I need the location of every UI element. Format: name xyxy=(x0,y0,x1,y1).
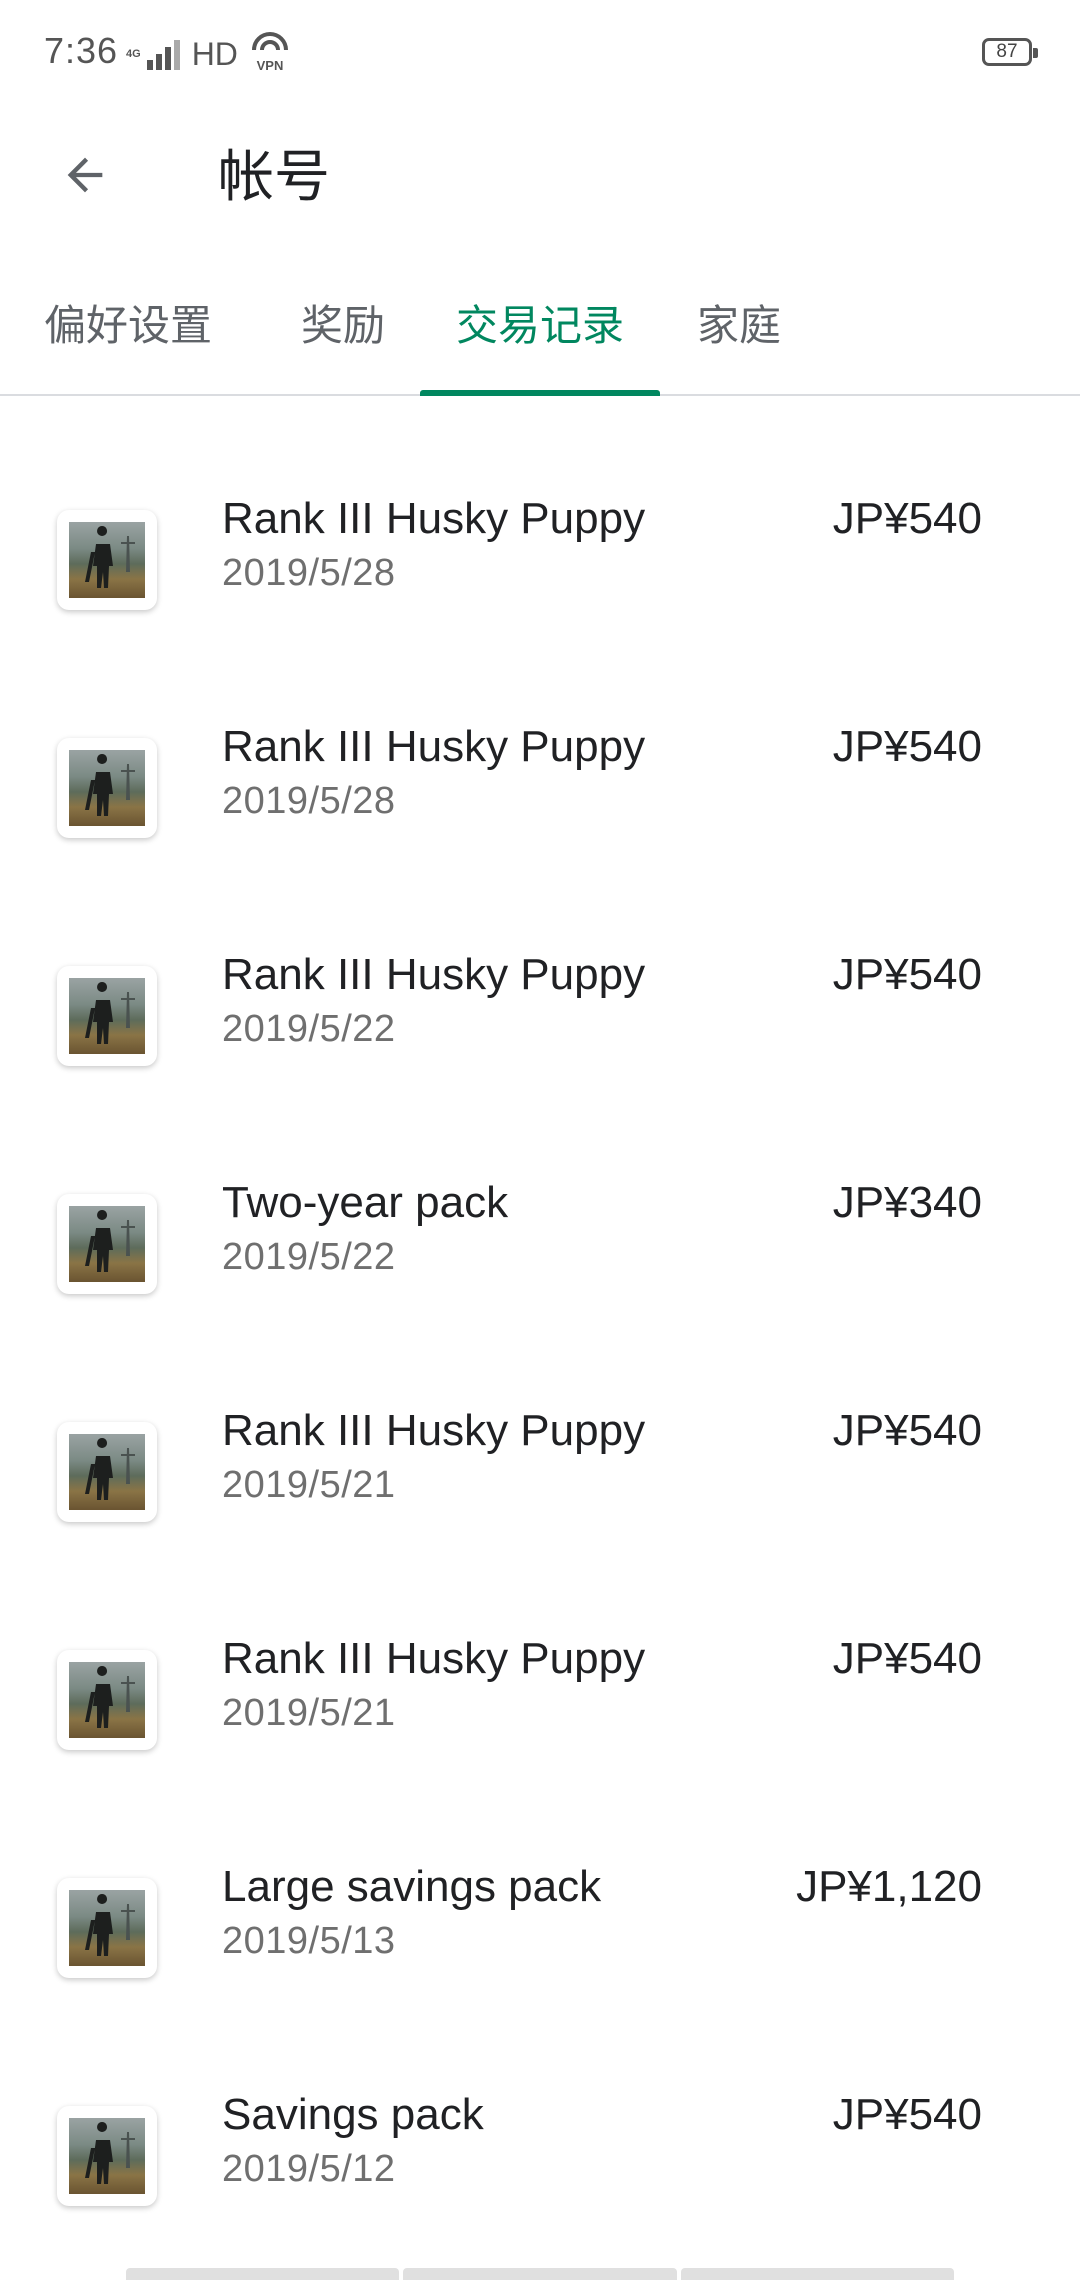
list-item[interactable]: Savings pack 2019/5/12 JP¥540 xyxy=(0,1992,1080,2220)
item-price: JP¥1,120 xyxy=(796,1862,982,1911)
list-item[interactable]: Rank III Husky Puppy 2019/5/28 JP¥540 xyxy=(0,624,1080,852)
item-date: 2019/5/28 xyxy=(222,780,396,822)
signal-icon xyxy=(146,39,180,70)
game-art-icon xyxy=(69,750,145,826)
vpn-icon: VPN xyxy=(250,32,290,77)
list-item[interactable]: Rank III Husky Puppy 2019/5/22 JP¥540 xyxy=(0,852,1080,1080)
network-indicator: 4G xyxy=(126,49,141,60)
app-thumbnail xyxy=(57,738,157,838)
item-name: Rank III Husky Puppy xyxy=(222,1634,646,1683)
item-date: 2019/5/13 xyxy=(222,1920,396,1962)
item-price: JP¥540 xyxy=(832,494,982,543)
tab-label: 奖励 xyxy=(300,301,385,349)
item-price: JP¥540 xyxy=(832,950,982,999)
game-art-icon xyxy=(69,2118,145,2194)
list-item[interactable]: Two-year pack 2019/5/22 JP¥340 xyxy=(0,1080,1080,1308)
status-bar: 7:36 4G HD VPN 87 xyxy=(0,0,1080,110)
game-art-icon xyxy=(69,1434,145,1510)
tab-label: 偏好设置 xyxy=(43,301,212,349)
item-name: Rank III Husky Puppy xyxy=(222,1406,646,1455)
app-thumbnail xyxy=(57,1878,157,1978)
tab-label: 交易记录 xyxy=(455,301,624,349)
network-type: 4G xyxy=(126,48,141,60)
list-item[interactable]: Rank III Husky Puppy 2019/5/21 JP¥540 xyxy=(0,1308,1080,1536)
tab-label: 家庭 xyxy=(696,301,781,349)
tab-order-history[interactable]: 交易记录 xyxy=(420,250,660,396)
item-date: 2019/5/12 xyxy=(222,2148,396,2190)
app-thumbnail xyxy=(57,1650,157,1750)
item-price: JP¥540 xyxy=(832,722,982,771)
tab-rewards[interactable]: 奖励 xyxy=(280,250,406,394)
status-icons: 4G HD VPN xyxy=(126,32,290,77)
arrow-back-icon xyxy=(67,157,103,193)
list-item[interactable]: Large savings pack 2019/5/13 JP¥1,120 xyxy=(0,1764,1080,1992)
tab-family[interactable]: 家庭 xyxy=(676,250,802,394)
item-price: JP¥540 xyxy=(832,1406,982,1455)
item-name: Rank III Husky Puppy xyxy=(222,722,646,771)
battery-icon: 87 xyxy=(982,38,1038,66)
item-price: JP¥540 xyxy=(832,1634,982,1683)
list-item[interactable]: Rank III Husky Puppy 2019/5/21 JP¥540 xyxy=(0,1536,1080,1764)
game-art-icon xyxy=(69,978,145,1054)
item-name: Large savings pack xyxy=(222,1862,602,1911)
game-art-icon xyxy=(69,1206,145,1282)
bottom-edge xyxy=(126,2268,954,2280)
vpn-label: VPN xyxy=(257,58,284,72)
status-time: 7:36 xyxy=(44,30,119,71)
item-name: Rank III Husky Puppy xyxy=(222,494,646,543)
list-item[interactable]: Rank III Husky Puppy 2019/5/28 JP¥540 xyxy=(0,396,1080,624)
page-title: 帐号 xyxy=(218,145,330,208)
item-name: Rank III Husky Puppy xyxy=(222,950,646,999)
item-date: 2019/5/28 xyxy=(222,552,396,594)
battery-level: 87 xyxy=(996,41,1018,62)
app-thumbnail xyxy=(57,510,157,610)
game-art-icon xyxy=(69,522,145,598)
app-thumbnail xyxy=(57,1422,157,1522)
item-date: 2019/5/22 xyxy=(222,1236,396,1278)
item-date: 2019/5/22 xyxy=(222,1008,396,1050)
app-thumbnail xyxy=(57,2106,157,2206)
back-button[interactable] xyxy=(40,130,130,220)
game-art-icon xyxy=(69,1662,145,1738)
app-thumbnail xyxy=(57,966,157,1066)
item-date: 2019/5/21 xyxy=(222,1464,396,1506)
item-price: JP¥540 xyxy=(832,2090,982,2139)
item-date: 2019/5/21 xyxy=(222,1692,396,1734)
app-bar: 帐号 xyxy=(0,110,1080,230)
tab-preferences[interactable]: 偏好设置 xyxy=(28,250,228,394)
item-price: JP¥340 xyxy=(832,1178,982,1227)
game-art-icon xyxy=(69,1890,145,1966)
hd-indicator: HD xyxy=(191,36,238,72)
tab-bar: 偏好设置 奖励 交易记录 家庭 xyxy=(0,250,1080,396)
app-thumbnail xyxy=(57,1194,157,1294)
item-name: Savings pack xyxy=(222,2090,484,2139)
item-name: Two-year pack xyxy=(222,1178,509,1227)
